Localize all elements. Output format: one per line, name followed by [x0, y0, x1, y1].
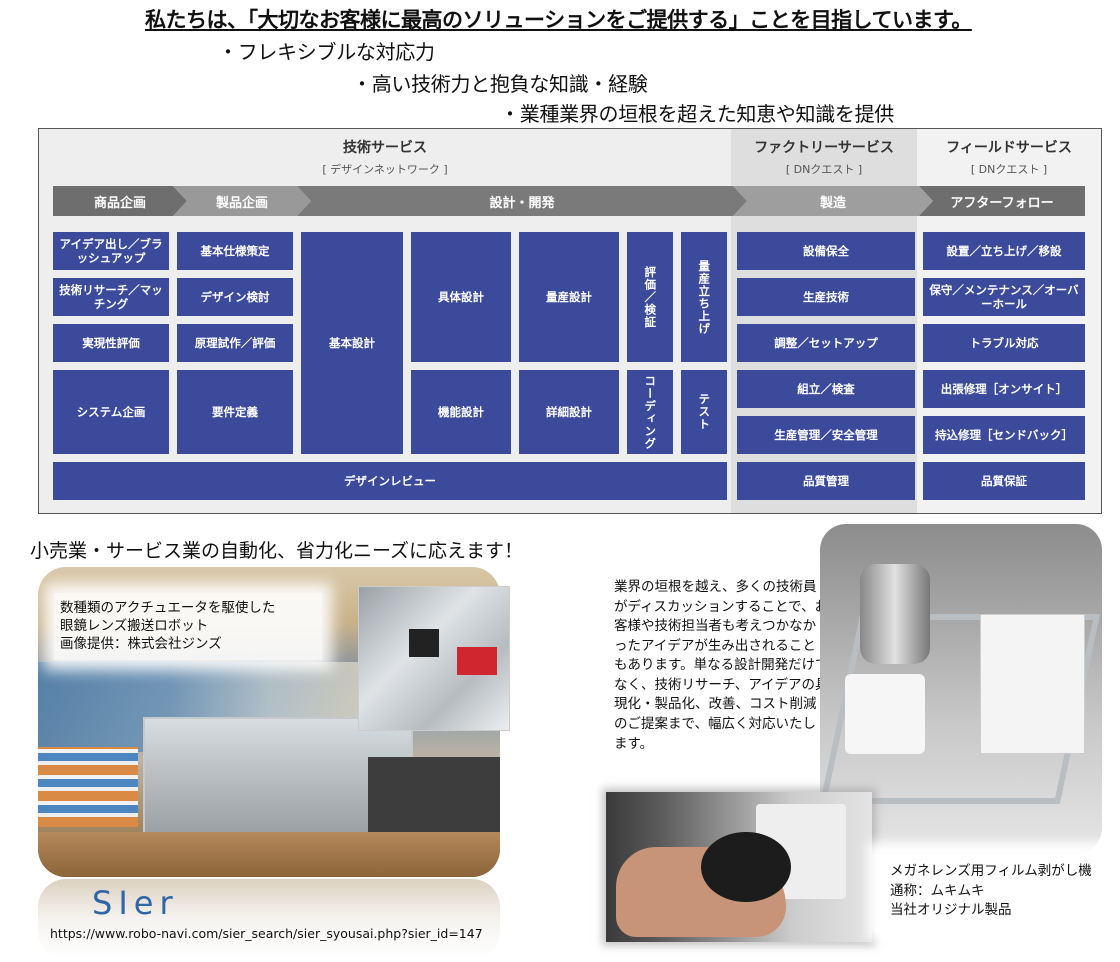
box-production-safety: 生産管理／安全管理 [737, 416, 915, 454]
sier-url[interactable]: https://www.robo-navi.com/sier_search/si… [50, 926, 483, 941]
phase-label: 製品企画 [215, 195, 268, 211]
caption-line: 当社オリジナル製品 [890, 902, 1012, 919]
photo-pipe [860, 564, 930, 664]
box-coding: コーディング [627, 370, 673, 454]
photo-red-tray [457, 647, 497, 675]
box-sendback-repair: 持込修理［センドバック］ [923, 416, 1085, 454]
phase-label: 設計・開発 [489, 195, 555, 211]
box-adjust-setup: 調整／セットアップ [737, 324, 915, 362]
box-production-tech: 生産技術 [737, 278, 915, 316]
jins-caption: 数種類のアクチュエータを駆使した 眼鏡レンズ搬送ロボット 画像提供：株式会社ジン… [54, 593, 322, 660]
factory-service-header: ファクトリーサービス [ DNクエスト ] [731, 137, 917, 177]
tech-service-title: 技術サービス [343, 140, 427, 156]
box-design-review-study: デザイン検討 [177, 278, 293, 316]
field-service-title: フィールドサービス [946, 140, 1072, 156]
box-maintenance-overhaul: 保守／メンテナンス／オーバーホール [923, 278, 1085, 316]
box-mass-startup: 量産立ち上げ [681, 232, 727, 362]
factory-service-title: ファクトリーサービス [754, 140, 894, 156]
retail-heading: 小売業・サービス業の自動化、省力化ニーズに応えます！ [30, 540, 524, 562]
photo-floor [38, 832, 500, 877]
tech-service-sub: [ デザインネットワーク ] [322, 163, 448, 176]
photo-gripper [845, 674, 925, 754]
box-feasibility: 実現性評価 [53, 324, 169, 362]
box-assembly-inspection: 組立／検査 [737, 370, 915, 408]
box-quality-control: 品質管理 [737, 462, 915, 500]
box-tech-research: 技術リサーチ／マッチング [53, 278, 169, 316]
box-test: テスト [681, 370, 727, 454]
service-diagram: 技術サービス [ デザインネットワーク ] ファクトリーサービス [ DNクエス… [38, 128, 1102, 514]
photo-counter [368, 757, 500, 837]
box-onsite-repair: 出張修理［オンサイト］ [923, 370, 1085, 408]
phase-label: 商品企画 [93, 195, 146, 211]
box-function-design: 機能設計 [411, 370, 511, 454]
box-idea-brushup: アイデア出し／ブラッシュアップ [53, 232, 169, 270]
robot-closeup-photo [358, 586, 510, 731]
phase-label: アフターフォロー [950, 195, 1054, 211]
phase-label: 製造 [819, 195, 846, 211]
box-equipment-maintenance: 設備保全 [737, 232, 915, 270]
box-requirements: 要件定義 [177, 370, 293, 454]
bullet-skills: ・高い技術力と抱負な知識・経験 [352, 72, 648, 96]
factory-service-sub: [ DNクエスト ] [785, 163, 863, 176]
photo-actuator [409, 629, 439, 657]
caption-line: 通称：ムキムキ [890, 882, 985, 899]
box-detail-design: 詳細設計 [519, 370, 619, 454]
caption-line: 画像提供：株式会社ジンズ [60, 636, 222, 653]
headline: 私たちは、「大切なお客様に最高のソリューションをご提供する」ことを目指しています… [145, 8, 972, 32]
phase-design-development: 設計・開発 [297, 186, 747, 216]
box-system-planning: システム企画 [53, 370, 169, 454]
phase-product-design: 製品企画 [173, 186, 311, 216]
phase-manufacturing: 製造 [733, 186, 933, 216]
bullet-flexible: ・フレキシブルな対応力 [218, 40, 435, 64]
photo-shelf [38, 747, 138, 827]
box-evaluation: 評価／検証 [627, 232, 673, 362]
caption-line: 数種類のアクチュエータを駆使した [60, 600, 276, 616]
caption-line: 眼鏡レンズ搬送ロボット [60, 618, 209, 635]
photo-control-box [980, 614, 1085, 754]
sier-logo: SIer [92, 884, 179, 922]
lens-handling-photo [606, 792, 872, 942]
box-basic-design: 基本設計 [301, 232, 403, 454]
bullet-knowledge: ・業種業界の垣根を超えた知恵や知識を提供 [500, 102, 894, 126]
box-basic-spec: 基本仕様策定 [177, 232, 293, 270]
tech-service-header: 技術サービス [ デザインネットワーク ] [39, 137, 731, 177]
mukimuki-caption: メガネレンズ用フィルム剥がし機 通称：ムキムキ 当社オリジナル製品 [890, 862, 1092, 921]
box-trouble: トラブル対応 [923, 324, 1085, 362]
phase-bar: 商品企画 製品企画 設計・開発 製造 アフターフォロー [53, 186, 1085, 216]
photo-lens [701, 832, 791, 902]
box-concrete-design: 具体設計 [411, 232, 511, 362]
box-mass-design: 量産設計 [519, 232, 619, 362]
phase-after-follow: アフターフォロー [919, 186, 1085, 216]
box-install: 設置／立ち上げ／移設 [923, 232, 1085, 270]
box-design-review: デザインレビュー [53, 462, 727, 500]
box-quality-assurance: 品質保証 [923, 462, 1085, 500]
field-service-sub: [ DNクエスト ] [970, 163, 1048, 176]
box-prototype-eval: 原理試作／評価 [177, 324, 293, 362]
caption-line: メガネレンズ用フィルム剥がし機 [890, 863, 1092, 879]
field-service-header: フィールドサービス [ DNクエスト ] [917, 137, 1101, 177]
phase-product-planning: 商品企画 [53, 186, 187, 216]
description-text: 業界の垣根を越え、多くの技術員がディスカッションすることで、お客様や技術担当者も… [614, 579, 829, 752]
